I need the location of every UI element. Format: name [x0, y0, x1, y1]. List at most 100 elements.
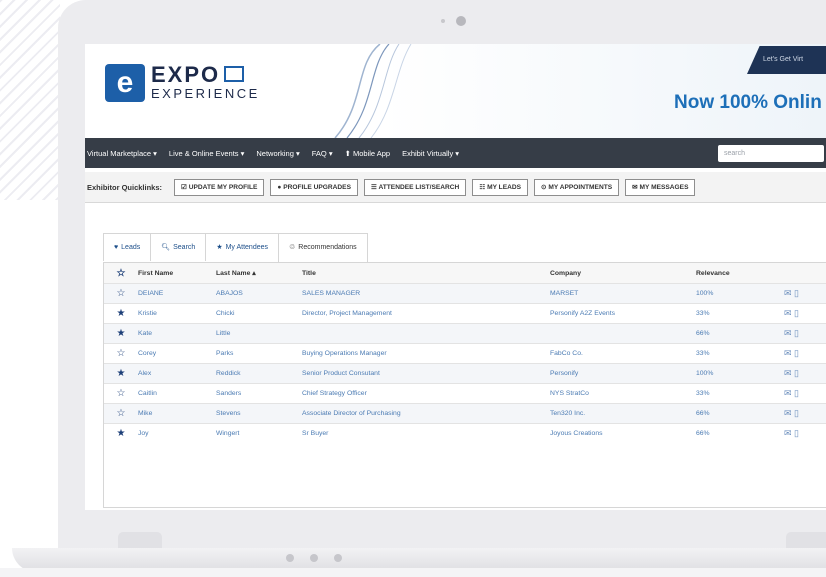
tab-recommendations[interactable]: ♲ Recommendations [278, 233, 368, 263]
star-outline-icon[interactable]: ☆ [104, 343, 138, 364]
row-actions: ✉ ▯ [784, 343, 826, 364]
my-leads-button[interactable]: ☷ MY LEADS [472, 178, 529, 196]
table-row[interactable]: ★ Joy Wingert Sr Buyer Joyous Creations 66% ✉ … [104, 423, 826, 443]
column-company[interactable]: Company [550, 263, 696, 284]
table-row[interactable]: ★ Kristie Chicki Director, Project Manageme… [104, 303, 826, 324]
laptop-hinge-right [786, 532, 826, 548]
nav-exhibit-virtually[interactable]: Exhibit Virtually ▾ [402, 149, 459, 158]
table-row[interactable]: ☆ Mike Stevens Associate Director of Purcha… [104, 403, 826, 424]
my-messages-button[interactable]: ✉ MY MESSAGES [625, 178, 696, 196]
cell-first-name[interactable]: DEIANE [138, 283, 216, 304]
cell-last-name[interactable]: Stevens [216, 403, 302, 424]
star-filled-icon[interactable]: ★ [104, 423, 138, 443]
logo-badge: e [105, 64, 145, 102]
table-header-row: ☆ First Name Last Name ▴ Title Company R… [104, 263, 826, 284]
table-row[interactable]: ☆ Corey Parks Buying Operations Manager FabC… [104, 343, 826, 364]
cell-relevance: 66% [696, 423, 784, 443]
tab-my-attendees[interactable]: ★ My Attendees [205, 233, 280, 261]
nav-live-online-events[interactable]: Live & Online Events ▾ [169, 149, 244, 158]
cell-last-name[interactable]: Little [216, 323, 302, 344]
cell-last-name[interactable]: Chicki [216, 303, 302, 324]
attendee-list-search-button[interactable]: ☰ ATTENDEE LIST/SEARCH [363, 178, 467, 196]
message-icon[interactable]: ✉ [784, 388, 792, 398]
heart-icon: ♥ [114, 244, 119, 251]
update-profile-button[interactable]: ☑ UPDATE MY PROFILE [174, 178, 265, 196]
trash-icon[interactable]: ▯ [792, 308, 799, 318]
expo-logo[interactable]: e EXPO EXPERIENCE [105, 64, 260, 102]
cell-title [302, 323, 550, 344]
cell-first-name[interactable]: Joy [138, 423, 216, 443]
message-icon[interactable]: ✉ [784, 308, 792, 318]
star-outline-icon[interactable]: ☆ [104, 403, 138, 424]
cell-relevance: 33% [696, 303, 784, 324]
trash-icon[interactable]: ▯ [792, 388, 799, 398]
message-icon[interactable]: ✉ [784, 428, 792, 438]
cell-first-name[interactable]: Caitlin [138, 383, 216, 404]
tab-search[interactable]: 🔍︎ Search [150, 233, 207, 261]
star-filled-icon[interactable]: ★ [104, 363, 138, 384]
column-first-name[interactable]: First Name [138, 263, 216, 284]
cell-first-name[interactable]: Kate [138, 323, 216, 344]
recycle-icon: ♲ [289, 244, 296, 251]
cell-title: Director, Project Management [302, 303, 550, 324]
cell-company: Personify [550, 363, 696, 384]
nav-networking[interactable]: Networking ▾ [256, 149, 299, 158]
message-icon[interactable]: ✉ [784, 368, 792, 378]
star-filled-icon[interactable]: ★ [104, 323, 138, 344]
column-relevance[interactable]: Relevance [696, 263, 784, 284]
cell-relevance: 100% [696, 283, 784, 304]
tab-leads[interactable]: ♥ Leads [103, 233, 152, 261]
cell-first-name[interactable]: Alex [138, 363, 216, 384]
cell-company: FabCo Co. [550, 343, 696, 364]
trash-icon[interactable]: ▯ [792, 368, 799, 378]
my-appointments-button[interactable]: ⊙ MY APPOINTMENTS [534, 178, 620, 196]
cell-last-name[interactable]: Wingert [216, 423, 302, 443]
profile-upgrades-button[interactable]: ● PROFILE UPGRADES [270, 178, 358, 196]
message-icon[interactable]: ✉ [784, 348, 792, 358]
cell-first-name[interactable]: Corey [138, 343, 216, 364]
table-row[interactable]: ☆ DEIANE ABAJOS SALES MANAGER MARSET 100% ✉ ▯ [104, 283, 826, 304]
tab-label: Leads [121, 244, 141, 251]
column-title[interactable]: Title [302, 263, 550, 284]
message-icon[interactable]: ✉ [784, 328, 792, 338]
cell-last-name[interactable]: Sanders [216, 383, 302, 404]
tab-label: Recommendations [298, 244, 357, 251]
nav-virtual-marketplace[interactable]: Virtual Marketplace ▾ [87, 149, 157, 158]
trash-icon[interactable]: ▯ [792, 328, 799, 338]
trash-icon[interactable]: ▯ [792, 428, 799, 438]
message-icon[interactable]: ✉ [784, 408, 792, 418]
monitor-icon [224, 66, 245, 82]
cell-company: Personify A2Z Events [550, 303, 696, 324]
tab-label: Search [173, 244, 196, 251]
star-column-icon[interactable]: ☆ [104, 263, 138, 284]
leads-panel: ♥ Leads 🔍︎ Search ★ My Attendees ♲ Recommend… [103, 216, 826, 508]
header-swoosh-graphic [334, 44, 412, 138]
nav-faq[interactable]: FAQ ▾ [312, 149, 333, 158]
cell-first-name[interactable]: Mike [138, 403, 216, 424]
cell-relevance: 100% [696, 363, 784, 384]
cell-last-name[interactable]: Parks [216, 343, 302, 364]
logo-subtitle: EXPERIENCE [151, 86, 260, 101]
cell-title: Senior Product Consutant [302, 363, 550, 384]
column-last-name[interactable]: Last Name ▴ [216, 263, 302, 284]
nav-mobile-app[interactable]: ⬆ Mobile App [345, 149, 390, 158]
star-outline-icon[interactable]: ☆ [104, 383, 138, 404]
table-row[interactable]: ★ Kate Little 66% ✉ ▯ [104, 323, 826, 344]
star-outline-icon[interactable]: ☆ [104, 283, 138, 304]
star-filled-icon[interactable]: ★ [104, 303, 138, 324]
table-row[interactable]: ☆ Caitlin Sanders Chief Strategy Officer NYS… [104, 383, 826, 404]
trash-icon[interactable]: ▯ [792, 408, 799, 418]
message-icon[interactable]: ✉ [784, 288, 792, 298]
search-input[interactable]: search [718, 145, 824, 162]
cell-first-name[interactable]: Kristie [138, 303, 216, 324]
table-row[interactable]: ★ Alex Reddick Senior Product Consutant Pers… [104, 363, 826, 384]
tab-label: My Attendees [225, 244, 269, 251]
trash-icon[interactable]: ▯ [792, 348, 799, 358]
trash-icon[interactable]: ▯ [792, 288, 799, 298]
search-icon: 🔍︎ [161, 244, 171, 251]
cell-last-name[interactable]: Reddick [216, 363, 302, 384]
column-actions [784, 263, 826, 284]
cell-last-name[interactable]: ABAJOS [216, 283, 302, 304]
logo-name: EXPO [151, 62, 221, 87]
cell-title: Chief Strategy Officer [302, 383, 550, 404]
